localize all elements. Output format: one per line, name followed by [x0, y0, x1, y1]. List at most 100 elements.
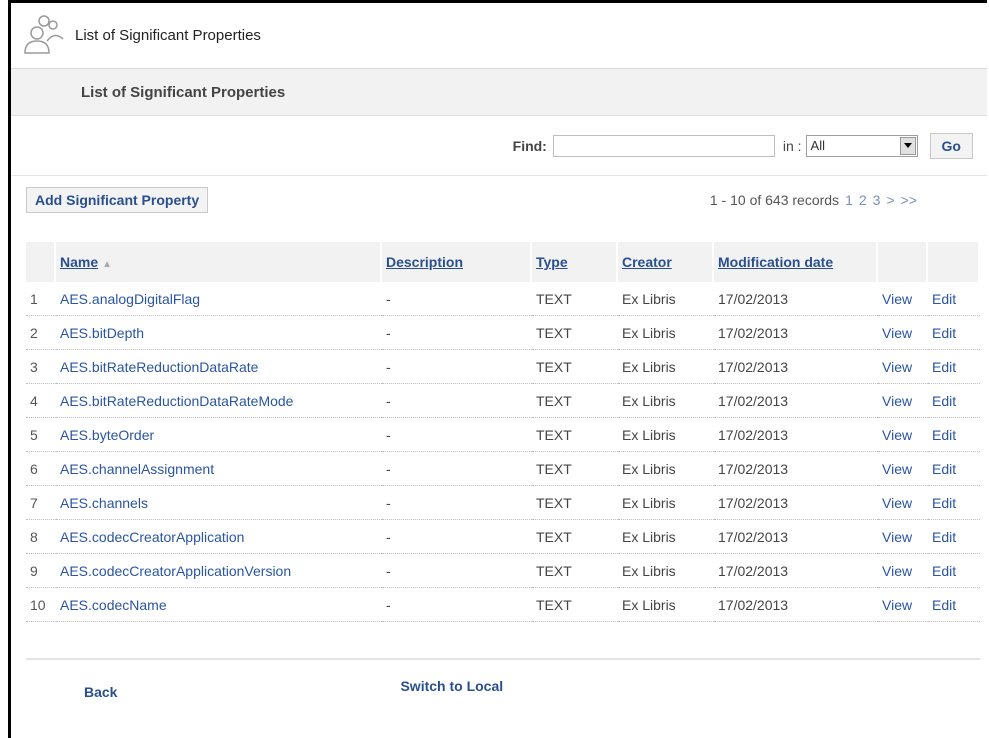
property-description: -: [382, 282, 532, 316]
column-header-name-label[interactable]: Name: [60, 254, 98, 270]
property-name-link[interactable]: AES.bitDepth: [56, 316, 382, 350]
table-row: 2 AES.bitDepth - TEXT Ex Libris 17/02/20…: [26, 316, 980, 350]
app-title: List of Significant Properties: [75, 27, 261, 44]
column-header-type[interactable]: Type: [532, 242, 618, 282]
row-number: 7: [26, 486, 56, 520]
table-row: 7 AES.channels - TEXT Ex Libris 17/02/20…: [26, 486, 980, 520]
footer: Back Switch to Local: [11, 660, 987, 700]
edit-link[interactable]: Edit: [928, 350, 980, 384]
properties-table: Name ▲ Description Type Creator Modificat…: [26, 242, 980, 622]
property-creator: Ex Libris: [618, 384, 714, 418]
table-row: 6 AES.channelAssignment - TEXT Ex Libris…: [26, 452, 980, 486]
property-description: -: [382, 316, 532, 350]
property-name-link[interactable]: AES.bitRateReductionDataRate: [56, 350, 382, 384]
property-type: TEXT: [532, 452, 618, 486]
property-description: -: [382, 418, 532, 452]
edit-link[interactable]: Edit: [928, 282, 980, 316]
property-modification-date: 17/02/2013: [714, 554, 878, 588]
sort-asc-icon: ▲: [102, 259, 113, 270]
property-modification-date: 17/02/2013: [714, 520, 878, 554]
property-name-link[interactable]: AES.bitRateReductionDataRateMode: [56, 384, 382, 418]
view-link[interactable]: View: [878, 588, 928, 622]
edit-link[interactable]: Edit: [928, 418, 980, 452]
column-header-index: [26, 242, 56, 282]
property-name-link[interactable]: AES.codecCreatorApplication: [56, 520, 382, 554]
last-page-icon[interactable]: >>: [901, 192, 917, 208]
view-link[interactable]: View: [878, 452, 928, 486]
column-header-description[interactable]: Description: [382, 242, 532, 282]
page-link-3[interactable]: 3: [873, 192, 881, 208]
property-name-link[interactable]: AES.channels: [56, 486, 382, 520]
pagination: 1 - 10 of 643 records 1 2 3 > >>: [710, 192, 917, 208]
view-link[interactable]: View: [878, 350, 928, 384]
property-creator: Ex Libris: [618, 418, 714, 452]
property-creator: Ex Libris: [618, 350, 714, 384]
add-significant-property-button[interactable]: Add Significant Property: [26, 187, 209, 213]
page-link-1[interactable]: 1: [845, 192, 853, 208]
edit-link[interactable]: Edit: [928, 452, 980, 486]
property-creator: Ex Libris: [618, 282, 714, 316]
property-modification-date: 17/02/2013: [714, 486, 878, 520]
switch-to-local-button[interactable]: Switch to Local: [400, 678, 503, 700]
view-link[interactable]: View: [878, 554, 928, 588]
property-creator: Ex Libris: [618, 486, 714, 520]
property-creator: Ex Libris: [618, 452, 714, 486]
column-header-name[interactable]: Name ▲: [56, 242, 382, 282]
next-page-icon[interactable]: >: [886, 192, 894, 208]
property-description: -: [382, 350, 532, 384]
back-button[interactable]: Back: [84, 684, 117, 700]
pagination-summary: 1 - 10 of 643 records: [709, 192, 840, 208]
edit-link[interactable]: Edit: [928, 520, 980, 554]
property-creator: Ex Libris: [618, 588, 714, 622]
view-link[interactable]: View: [878, 282, 928, 316]
go-button[interactable]: Go: [929, 132, 973, 159]
property-description: -: [382, 588, 532, 622]
property-modification-date: 17/02/2013: [714, 384, 878, 418]
row-number: 8: [26, 520, 56, 554]
table-row: 8 AES.codecCreatorApplication - TEXT Ex …: [26, 520, 980, 554]
property-name-link[interactable]: AES.channelAssignment: [56, 452, 382, 486]
column-header-creator[interactable]: Creator: [618, 242, 714, 282]
search-input[interactable]: [552, 134, 775, 157]
property-name-link[interactable]: AES.codecCreatorApplicationVersion: [56, 554, 382, 588]
column-header-view: [878, 242, 928, 282]
top-bar: List of Significant Properties: [11, 3, 987, 69]
property-modification-date: 17/02/2013: [714, 452, 878, 486]
table-row: 5 AES.byteOrder - TEXT Ex Libris 17/02/2…: [26, 418, 980, 452]
view-link[interactable]: View: [878, 384, 928, 418]
property-modification-date: 17/02/2013: [714, 418, 878, 452]
row-number: 4: [26, 384, 56, 418]
property-name-link[interactable]: AES.byteOrder: [56, 418, 382, 452]
column-header-modification-date[interactable]: Modification date: [714, 242, 878, 282]
table-row: 3 AES.bitRateReductionDataRate - TEXT Ex…: [26, 350, 980, 384]
property-creator: Ex Libris: [618, 520, 714, 554]
page-link-2[interactable]: 2: [859, 192, 867, 208]
action-bar: Add Significant Property 1 - 10 of 643 r…: [11, 176, 987, 224]
property-type: TEXT: [532, 520, 618, 554]
view-link[interactable]: View: [878, 418, 928, 452]
row-number: 6: [26, 452, 56, 486]
property-creator: Ex Libris: [618, 554, 714, 588]
property-name-link[interactable]: AES.analogDigitalFlag: [56, 282, 382, 316]
row-number: 9: [26, 554, 56, 588]
search-scope-select[interactable]: All: [805, 134, 918, 157]
property-creator: Ex Libris: [618, 316, 714, 350]
edit-link[interactable]: Edit: [928, 316, 980, 350]
dropdown-arrow-icon[interactable]: [899, 136, 916, 155]
edit-link[interactable]: Edit: [928, 554, 980, 588]
view-link[interactable]: View: [878, 520, 928, 554]
view-link[interactable]: View: [878, 316, 928, 350]
edit-link[interactable]: Edit: [928, 384, 980, 418]
search-scope-value: All: [810, 138, 825, 153]
table-row: 1 AES.analogDigitalFlag - TEXT Ex Libris…: [26, 282, 980, 316]
edit-link[interactable]: Edit: [928, 588, 980, 622]
find-label: Find:: [512, 137, 547, 154]
row-number: 3: [26, 350, 56, 384]
row-number: 1: [26, 282, 56, 316]
edit-link[interactable]: Edit: [928, 486, 980, 520]
view-link[interactable]: View: [878, 486, 928, 520]
property-type: TEXT: [532, 282, 618, 316]
property-description: -: [382, 452, 532, 486]
property-name-link[interactable]: AES.codecName: [56, 588, 382, 622]
property-type: TEXT: [532, 486, 618, 520]
